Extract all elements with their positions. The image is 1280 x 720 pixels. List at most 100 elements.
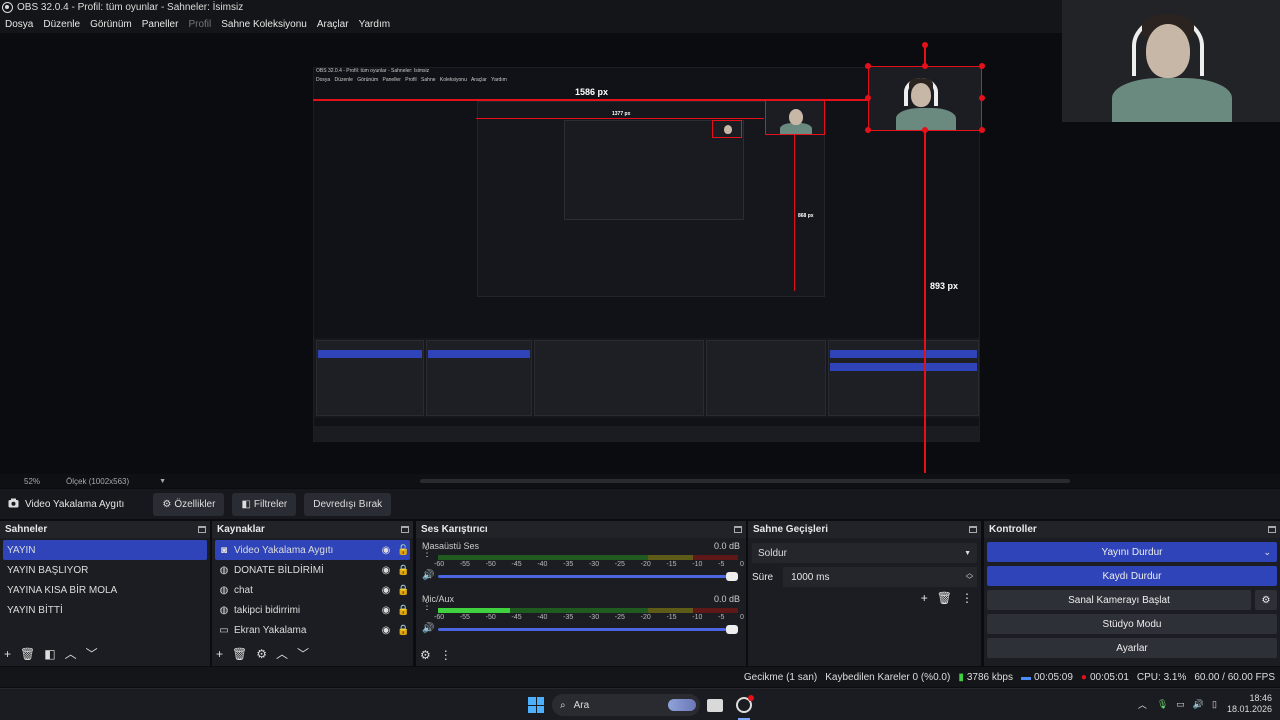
resize-handle-top-right[interactable] (979, 63, 985, 69)
undock-icon[interactable] (734, 526, 742, 533)
meter-tick-label: -10 (692, 614, 703, 621)
resize-handle-right[interactable] (979, 95, 985, 101)
menu-help[interactable]: Yardım (359, 19, 391, 30)
resize-handle-top-left[interactable] (865, 63, 871, 69)
chevron-down-icon[interactable]: ﹀ (297, 645, 309, 662)
nested-guide-height-label: 868 px (798, 213, 814, 219)
preview-horizontal-scrollbar[interactable] (420, 479, 1070, 483)
virtual-camera-settings-button[interactable]: ⚙ (1255, 590, 1277, 610)
network-icon[interactable]: ▭ (1176, 699, 1185, 710)
scene-item[interactable]: YAYIN BAŞLIYOR (0, 560, 210, 580)
meter-tick-label: -45 (511, 561, 522, 568)
chevron-up-icon[interactable]: ︿ (1138, 698, 1147, 711)
undock-icon[interactable] (401, 526, 409, 533)
battery-icon[interactable]: ▯ (1212, 699, 1217, 710)
zoom-percent[interactable]: 52% (24, 477, 40, 486)
stop-record-button[interactable]: Kaydı Durdur (987, 566, 1277, 586)
volume-slider[interactable] (438, 625, 738, 634)
source-item[interactable]: ◙ Video Yakalama Aygıtı ◉ 🔓 (215, 540, 410, 560)
eye-icon[interactable]: ◉ (381, 545, 391, 556)
undock-icon[interactable] (198, 526, 206, 533)
filter-icon[interactable]: ◧ (44, 647, 55, 661)
settings-button[interactable]: Ayarlar (987, 638, 1277, 658)
meter-tick-label: -50 (485, 561, 496, 568)
windows-start-icon[interactable] (528, 697, 544, 713)
add-icon[interactable]: + (4, 647, 11, 661)
resize-handle-left[interactable] (865, 95, 871, 101)
menu-docks[interactable]: Paneller (142, 19, 179, 30)
speaker-icon[interactable]: 🔊 (422, 623, 434, 634)
more-options-icon[interactable]: ⋮ (422, 601, 432, 612)
properties-button[interactable]: ⚙ Özellikler (153, 492, 225, 516)
scene-item[interactable]: YAYINA KISA BİR MOLA (0, 580, 210, 600)
source-label: DONATE BİLDİRİMİ (234, 564, 324, 576)
microphone-icon[interactable]: 🎙 (1157, 699, 1168, 710)
more-options-icon[interactable]: ⋮ (440, 648, 452, 662)
meter-tick-label: -30 (588, 614, 600, 621)
unlock-icon[interactable]: 🔓 (397, 545, 409, 556)
chevron-down-icon[interactable]: ﹀ (86, 645, 98, 662)
deactivate-button[interactable]: Devredışı Bırak (304, 492, 392, 516)
stop-stream-button[interactable]: Yayını Durdur ⌄ (987, 542, 1277, 562)
gear-link-icon[interactable]: ⚙ (420, 648, 431, 662)
source-item[interactable]: ◍ takipci bidirrimi ◉ 🔒 (212, 600, 413, 620)
chevron-down-icon[interactable]: ⌄ (1263, 547, 1271, 558)
resize-handle-top[interactable] (922, 63, 928, 69)
eye-icon[interactable]: ◉ (381, 585, 391, 596)
trash-icon[interactable]: 🗑 (937, 591, 952, 605)
scene-item[interactable]: YAYIN (3, 540, 207, 560)
trash-icon[interactable]: 🗑 (20, 647, 35, 661)
selection-box[interactable] (868, 66, 982, 131)
scene-item[interactable]: YAYIN BİTTİ (0, 600, 210, 620)
chevron-up-icon[interactable]: ︿ (276, 645, 288, 662)
signal-bars-icon: ▮ (958, 671, 964, 683)
undock-icon[interactable] (1268, 526, 1276, 533)
speaker-icon[interactable]: 🔊 (1193, 699, 1204, 710)
eye-icon[interactable]: ◉ (381, 565, 391, 576)
menu-scene-collection[interactable]: Sahne Koleksiyonu (221, 19, 307, 30)
lock-icon[interactable]: 🔒 (397, 625, 409, 636)
lock-icon[interactable]: 🔒 (397, 605, 409, 616)
lock-icon[interactable]: 🔒 (397, 565, 409, 576)
resize-handle-bottom[interactable] (922, 127, 928, 133)
source-item[interactable]: ▭ Ekran Yakalama ◉ 🔒 (212, 620, 413, 640)
speaker-icon[interactable]: 🔊 (422, 570, 434, 581)
menu-edit[interactable]: Düzenle (43, 19, 80, 30)
virtual-camera-button[interactable]: Sanal Kamerayı Başlat (987, 590, 1251, 610)
more-options-icon[interactable]: ⋮ (961, 591, 973, 605)
add-icon[interactable]: + (216, 647, 223, 661)
menu-file[interactable]: Dosya (5, 19, 33, 30)
transition-select[interactable]: Soldur ▼ (752, 543, 977, 563)
zoom-dropdown-icon[interactable]: ▼ (159, 478, 166, 485)
scenes-dock: Sahneler YAYIN YAYIN BAŞLIYOR YAYINA KIS… (0, 521, 210, 666)
chevron-up-icon[interactable]: ︿ (65, 645, 77, 662)
search-icon: ⌕ (560, 699, 566, 711)
file-explorer-icon[interactable] (707, 699, 723, 712)
volume-slider[interactable] (438, 572, 738, 581)
sources-header: Kaynaklar (212, 521, 413, 538)
source-label: takipci bidirrimi (234, 604, 301, 616)
source-item[interactable]: ◍ DONATE BİLDİRİMİ ◉ 🔒 (212, 560, 413, 580)
source-item[interactable]: ◍ chat ◉ 🔒 (212, 580, 413, 600)
lock-icon[interactable]: 🔒 (397, 585, 409, 596)
trash-icon[interactable]: 🗑 (232, 647, 247, 661)
windows-taskbar: ⌕ Ara ︿ 🎙 ▭ 🔊 ▯ 18:46 18.01.2026 (0, 688, 1280, 720)
meter-tick-label: -45 (511, 614, 522, 621)
resize-handle-bottom-left[interactable] (865, 127, 871, 133)
filters-button[interactable]: ◧ Filtreler (232, 492, 297, 516)
studio-mode-button[interactable]: Stüdyo Modu (987, 614, 1277, 634)
gear-icon[interactable]: ⚙ (256, 647, 267, 661)
more-options-icon[interactable]: ⋮ (422, 548, 432, 559)
undock-icon[interactable] (969, 526, 977, 533)
spin-arrows-icon[interactable]: ︿ ﹀ (966, 570, 973, 584)
menu-view[interactable]: Görünüm (90, 19, 132, 30)
dropped-frames-status: Kaybedilen Kareler 0 (%0.0) (825, 671, 951, 683)
taskbar-search[interactable]: ⌕ Ara (552, 694, 700, 716)
eye-icon[interactable]: ◉ (381, 605, 391, 616)
eye-icon[interactable]: ◉ (381, 625, 391, 636)
resize-handle-bottom-right[interactable] (979, 127, 985, 133)
clock[interactable]: 18:46 18.01.2026 (1227, 693, 1272, 715)
duration-spinbox[interactable]: 1000 ms ︿ ﹀ (783, 567, 977, 587)
add-icon[interactable]: + (921, 591, 928, 605)
menu-tools[interactable]: Araçlar (317, 19, 349, 30)
